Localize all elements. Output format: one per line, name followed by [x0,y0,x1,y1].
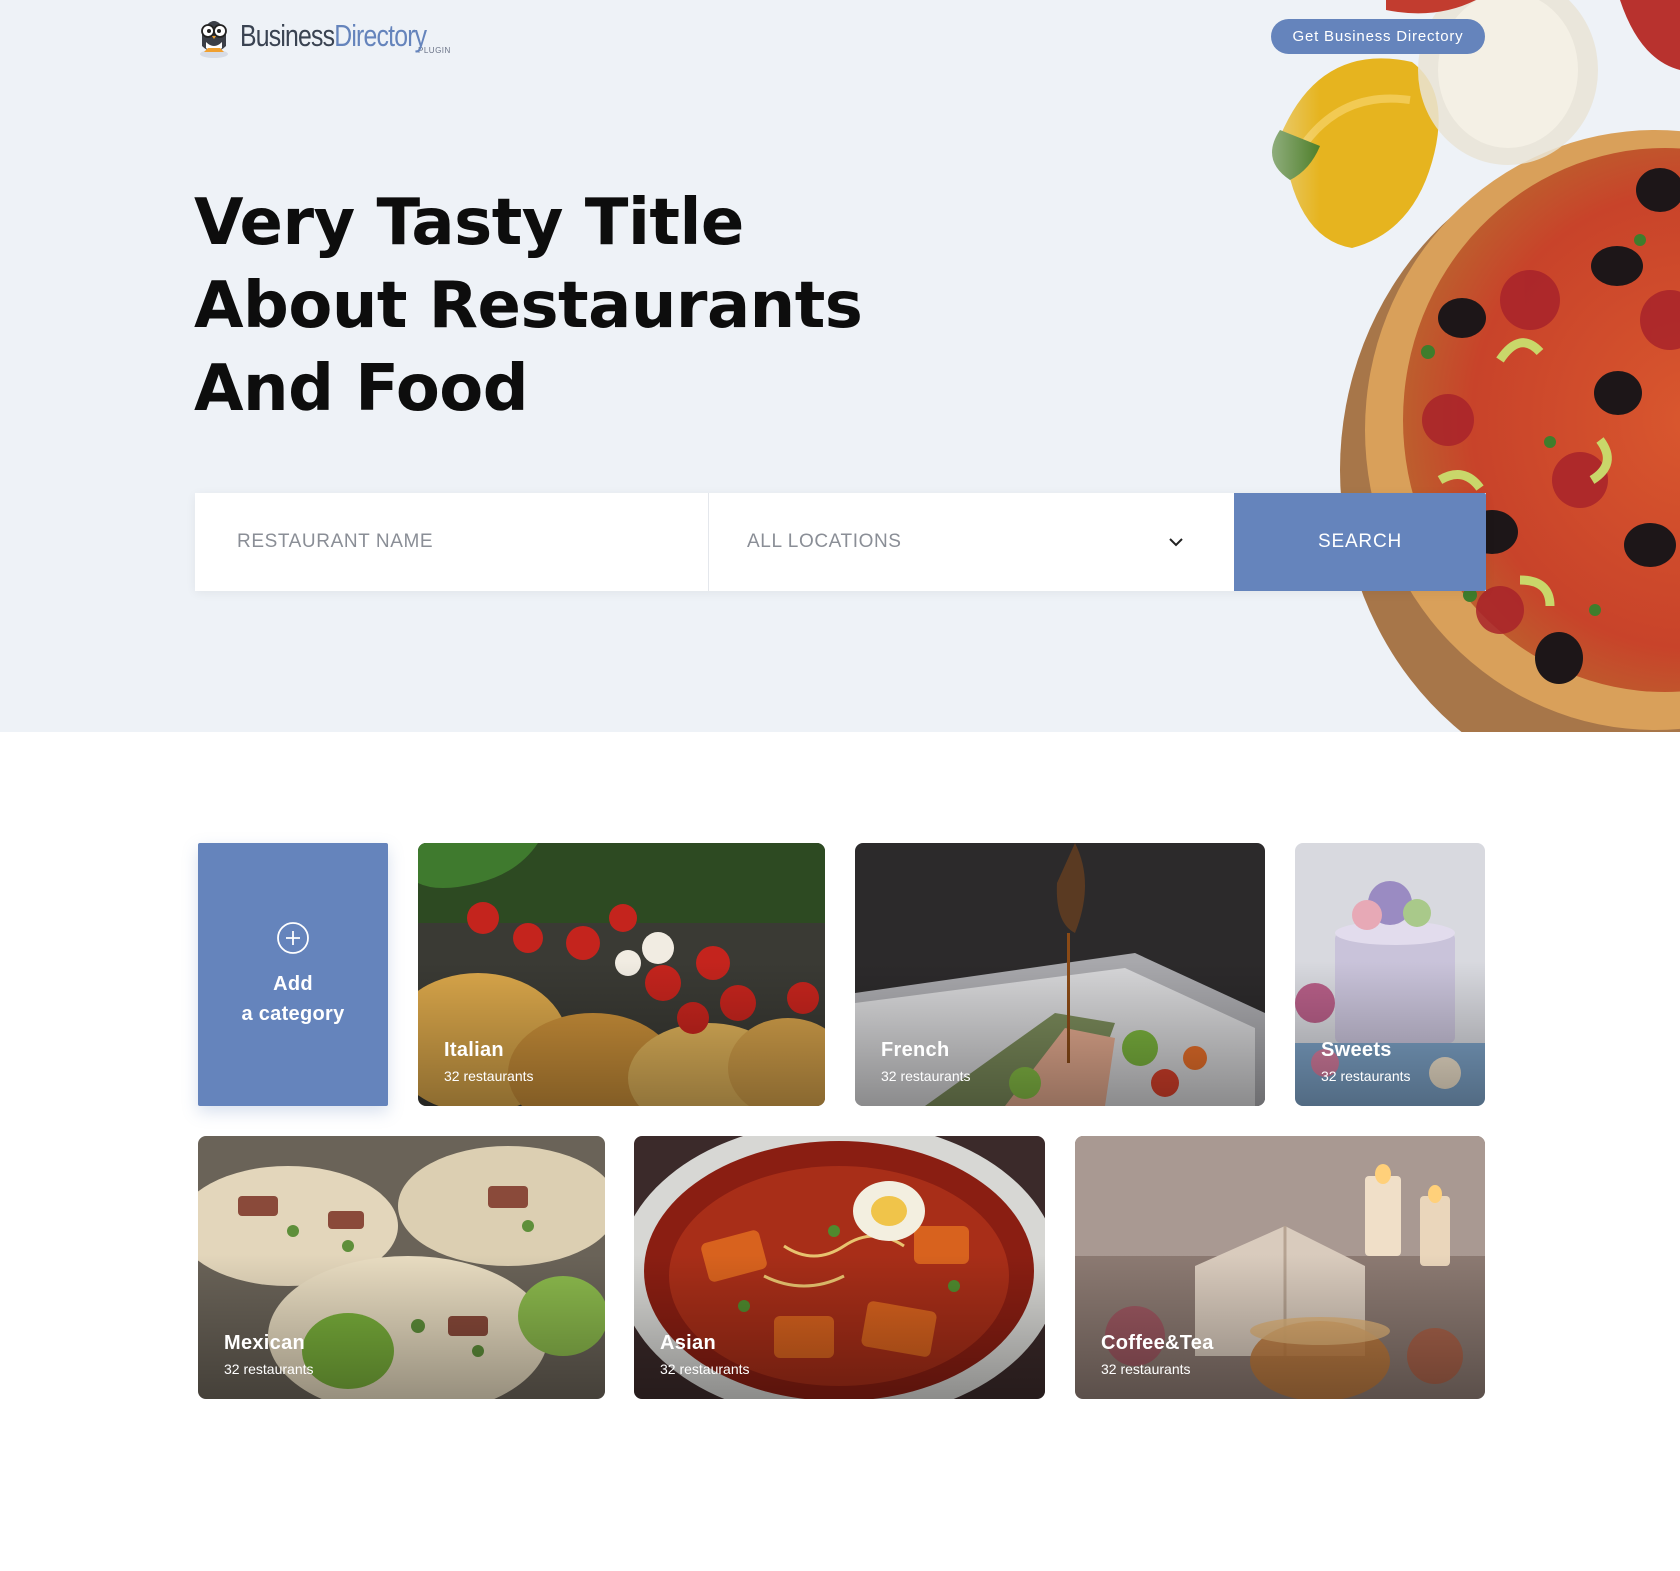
hero-title-line-2: About Restaurants [194,269,863,343]
card-shade [198,1136,605,1399]
hero-title: Very Tasty Title About Restaurants And F… [194,182,994,431]
category-count: 32 restaurants [1321,1068,1411,1084]
category-count: 32 restaurants [660,1361,750,1377]
card-shade [1295,843,1485,1106]
category-card-french[interactable]: French 32 restaurants [855,843,1265,1106]
category-count: 32 restaurants [444,1068,534,1084]
category-count: 32 restaurants [224,1361,314,1377]
category-card-sweets[interactable]: Sweets 32 restaurants [1295,843,1485,1106]
category-count: 32 restaurants [1101,1361,1191,1377]
search-bar: RESTAURANT NAME ALL LOCATIONS SEARCH [195,493,1486,591]
category-name: Coffee&Tea [1101,1332,1214,1354]
get-business-directory-button[interactable]: Get Business Directory [1271,19,1485,54]
hero-section: BusinessDirectory PLUGIN Get Business Di… [0,0,1680,732]
category-card-italian[interactable]: Italian 32 restaurants [418,843,825,1106]
card-shade [634,1136,1045,1399]
add-category-line-2: a category [241,1002,345,1025]
restaurant-name-input[interactable]: RESTAURANT NAME [195,493,709,591]
mascot-owl-icon [200,21,228,58]
category-card-coffee-tea[interactable]: Coffee&Tea 32 restaurants [1075,1136,1485,1399]
chevron-down-icon [1169,538,1183,547]
logo-word-directory: Directory [334,17,427,53]
category-name: French [881,1039,950,1061]
category-name: Sweets [1321,1039,1392,1061]
add-category-card[interactable]: Add a category [198,843,388,1106]
category-name: Mexican [224,1332,306,1354]
category-name: Asian [660,1332,716,1354]
category-card-mexican[interactable]: Mexican 32 restaurants [198,1136,605,1399]
card-shade [1075,1136,1485,1399]
logo-word-business: Business [240,17,335,53]
category-count: 32 restaurants [881,1068,971,1084]
hero-title-line-3: And Food [194,352,529,426]
card-shade [418,843,825,1106]
category-name: Italian [444,1039,504,1061]
location-select-value: ALL LOCATIONS [747,531,902,552]
card-shade [855,843,1265,1106]
location-select[interactable]: ALL LOCATIONS [709,493,1234,591]
add-category-line-1: Add [273,972,313,995]
hero-title-line-1: Very Tasty Title [194,186,744,260]
category-card-asian[interactable]: Asian 32 restaurants [634,1136,1045,1399]
search-button[interactable]: SEARCH [1234,493,1486,591]
brand-logo[interactable]: BusinessDirectory PLUGIN [194,14,473,60]
page: BusinessDirectory PLUGIN Get Business Di… [0,0,1680,1571]
pizza-hero-image [1200,0,1680,732]
plus-circle-icon [277,921,309,954]
logo-wordmark: BusinessDirectory [240,17,427,53]
